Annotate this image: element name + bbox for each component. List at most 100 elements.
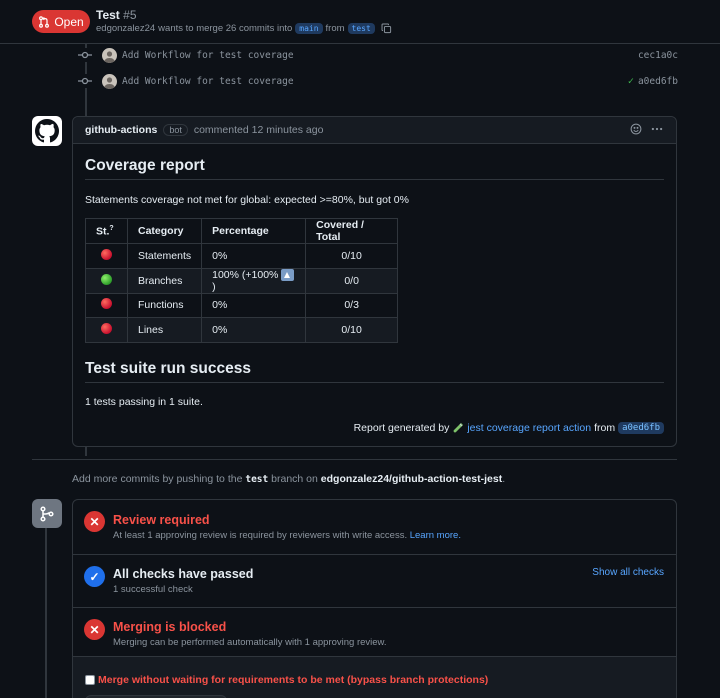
bypass-label: Merge without waiting for requirements t…	[98, 674, 489, 686]
checks-title: All checks have passed	[113, 567, 254, 581]
status-cell	[85, 292, 128, 319]
comment-actions	[630, 123, 664, 135]
checks-desc: 1 successful check	[113, 584, 193, 595]
smiley-icon[interactable]	[630, 123, 642, 135]
bot-badge: bot	[163, 124, 188, 136]
copy-icon[interactable]	[381, 23, 392, 34]
comment-header: github-actions bot commented 12 minutes …	[73, 117, 676, 144]
review-required-row: ✕ Review required At least 1 approving r…	[73, 500, 676, 555]
comment-box: github-actions bot commented 12 minutes …	[72, 116, 677, 447]
category-cell: Statements	[126, 243, 203, 269]
review-required-title: Review required	[113, 513, 210, 527]
open-status-badge: Open	[32, 10, 90, 33]
push-hint: Add more commits by pushing to the test …	[72, 473, 505, 485]
table-header-row: St.? Category Percentage Covered / Total	[85, 218, 399, 244]
commit-message[interactable]: Add Workflow for test coverage	[122, 76, 628, 87]
status-cell	[85, 317, 128, 343]
push-hint-prefix: Add more commits by pushing to the	[72, 473, 243, 485]
table-header-category: Category	[126, 218, 203, 244]
percentage-cell: 100% (+100% )	[201, 267, 307, 294]
status-cell	[85, 243, 128, 269]
percentage-cell: 0%	[201, 292, 307, 319]
show-all-checks-link[interactable]: Show all checks	[592, 567, 664, 578]
category-cell: Functions	[126, 292, 203, 319]
push-hint-repo: edgonzalez24/github-action-test-jest	[320, 473, 503, 485]
report-link[interactable]: jest coverage report action	[467, 422, 591, 434]
report-sha[interactable]: a0ed6fb	[618, 422, 664, 434]
timeline-separator	[32, 459, 677, 460]
merge-box: ✕ Review required At least 1 approving r…	[72, 499, 677, 698]
base-branch-pill[interactable]: main	[295, 23, 323, 34]
commit-dot-icon	[78, 48, 92, 62]
report-prefix: Report generated by	[353, 422, 450, 434]
pr-title-text: Test	[96, 8, 120, 22]
red-circle-icon	[101, 298, 112, 310]
push-hint-middle: branch on	[271, 473, 318, 485]
table-header-covered: Covered / Total	[305, 218, 399, 244]
pr-number: #5	[123, 8, 137, 22]
more-options-icon[interactable]	[650, 123, 664, 135]
commit-message[interactable]: Add Workflow for test coverage	[122, 50, 638, 61]
push-hint-branch: test	[245, 474, 269, 485]
git-branch-icon	[40, 505, 54, 522]
merging-blocked-row: ✕ Merging is blocked Merging can be perf…	[73, 608, 676, 657]
report-from: from	[594, 422, 616, 434]
pr-header: Open Test #5 edgonzalez24 wants to merge…	[0, 0, 720, 44]
covered-cell: 0/0	[305, 267, 399, 294]
merge-status-icon	[32, 499, 62, 528]
table-row: Functions 0% 0/3	[85, 292, 399, 319]
table-header-percentage: Percentage	[201, 218, 307, 244]
learn-more-link[interactable]: Learn more.	[410, 530, 461, 541]
help-icon[interactable]: ?	[109, 225, 113, 232]
x-circle-icon: ✕	[84, 511, 105, 532]
x-circle-icon: ✕	[84, 619, 105, 640]
pr-title: Test #5	[96, 8, 137, 22]
category-cell: Branches	[126, 267, 203, 294]
github-octocat-icon	[35, 119, 59, 143]
covered-cell: 0/10	[305, 317, 399, 343]
timeline-line	[45, 527, 47, 698]
pr-from-text: from	[325, 23, 345, 34]
suite-message: 1 tests passing in 1 suite.	[85, 396, 203, 408]
test-tube-icon	[453, 423, 464, 433]
commit-avatar[interactable]	[102, 47, 117, 63]
table-row: Lines 0% 0/10	[85, 317, 399, 343]
merging-blocked-desc: Merging can be performed automatically w…	[113, 637, 387, 648]
github-logo-avatar[interactable]	[32, 116, 62, 146]
covered-cell: 0/10	[305, 243, 399, 269]
percentage-value: 100% (+100%	[212, 268, 279, 281]
bypass-option[interactable]: Merge without waiting for requirements t…	[85, 674, 488, 686]
commit-sha[interactable]: cec1a0c	[638, 50, 678, 61]
commit-dot-icon	[78, 74, 92, 88]
category-cell: Lines	[126, 317, 203, 343]
check-circle-icon: ✓	[84, 566, 105, 587]
percentage-close: )	[212, 280, 216, 293]
pr-author[interactable]: edgonzalez24	[96, 23, 155, 34]
coverage-message: Statements coverage not met for global: …	[85, 194, 409, 206]
up-arrow-icon	[281, 268, 295, 281]
bypass-checkbox[interactable]	[85, 675, 95, 685]
commit-avatar[interactable]	[102, 73, 117, 89]
heading-divider	[85, 382, 664, 383]
red-circle-icon	[101, 248, 112, 260]
open-status-label: Open	[54, 14, 84, 29]
coverage-report-heading: Coverage report	[85, 157, 205, 174]
green-circle-icon	[101, 273, 112, 285]
percentage-cell: 0%	[201, 317, 307, 343]
review-required-text: At least 1 approving review is required …	[113, 530, 408, 541]
coverage-table: St.? Category Percentage Covered / Total…	[85, 218, 399, 343]
commit-sha[interactable]: a0ed6fb	[638, 76, 678, 87]
merging-blocked-title: Merging is blocked	[113, 620, 227, 634]
comment-meta[interactable]: commented 12 minutes ago	[194, 124, 324, 136]
head-branch-pill[interactable]: test	[347, 23, 375, 34]
report-footer: Report generated by jest coverage report…	[354, 422, 664, 434]
push-hint-suffix: .	[502, 473, 506, 485]
review-required-desc: At least 1 approving review is required …	[113, 530, 461, 541]
pull-request-icon	[39, 15, 50, 28]
pr-merge-text: wants to merge 26 commits into	[158, 23, 293, 34]
heading-divider	[85, 179, 664, 180]
comment-author[interactable]: github-actions	[85, 124, 157, 136]
table-header-status: St.?	[85, 218, 128, 244]
check-icon[interactable]: ✓	[628, 76, 634, 87]
status-cell	[85, 267, 128, 294]
